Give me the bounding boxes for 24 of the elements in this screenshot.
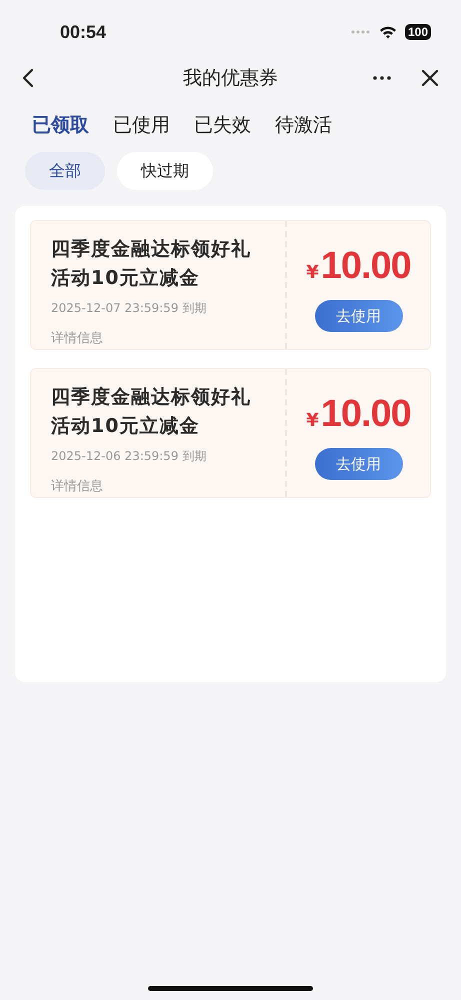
coupon-title: 四季度金融达标领好礼活动10元立减金 (51, 385, 252, 439)
currency-symbol: ¥ (306, 410, 319, 431)
use-button[interactable]: 去使用 (314, 448, 402, 480)
signal-icon (350, 30, 371, 34)
wifi-icon (378, 25, 397, 39)
back-icon[interactable] (22, 68, 34, 88)
coupon-amount: 10.00 (320, 393, 411, 436)
close-icon[interactable] (421, 69, 439, 87)
tab[interactable]: 已领取 (32, 112, 89, 138)
tab[interactable]: 已使用 (113, 112, 170, 138)
page-title: 我的优惠券 (183, 66, 278, 91)
tab[interactable]: 已失效 (194, 112, 251, 138)
more-icon[interactable] (373, 76, 391, 80)
status-time: 00:54 (60, 22, 106, 42)
coupon-title: 四季度金融达标领好礼活动10元立减金 (51, 237, 252, 291)
use-button[interactable]: 去使用 (314, 300, 402, 332)
currency-symbol: ¥ (306, 262, 319, 283)
filter-chip[interactable]: 全部 (25, 152, 105, 190)
expiry-date: 2025-12-07 23:59:59 到期 (51, 300, 208, 317)
tab[interactable]: 待激活 (275, 112, 332, 138)
coupon-amount: 10.00 (320, 245, 411, 288)
battery-level: 100 (404, 24, 431, 40)
filter-chip[interactable]: 快过期 (117, 152, 213, 190)
expiry-date: 2025-12-06 23:59:59 到期 (51, 448, 208, 465)
